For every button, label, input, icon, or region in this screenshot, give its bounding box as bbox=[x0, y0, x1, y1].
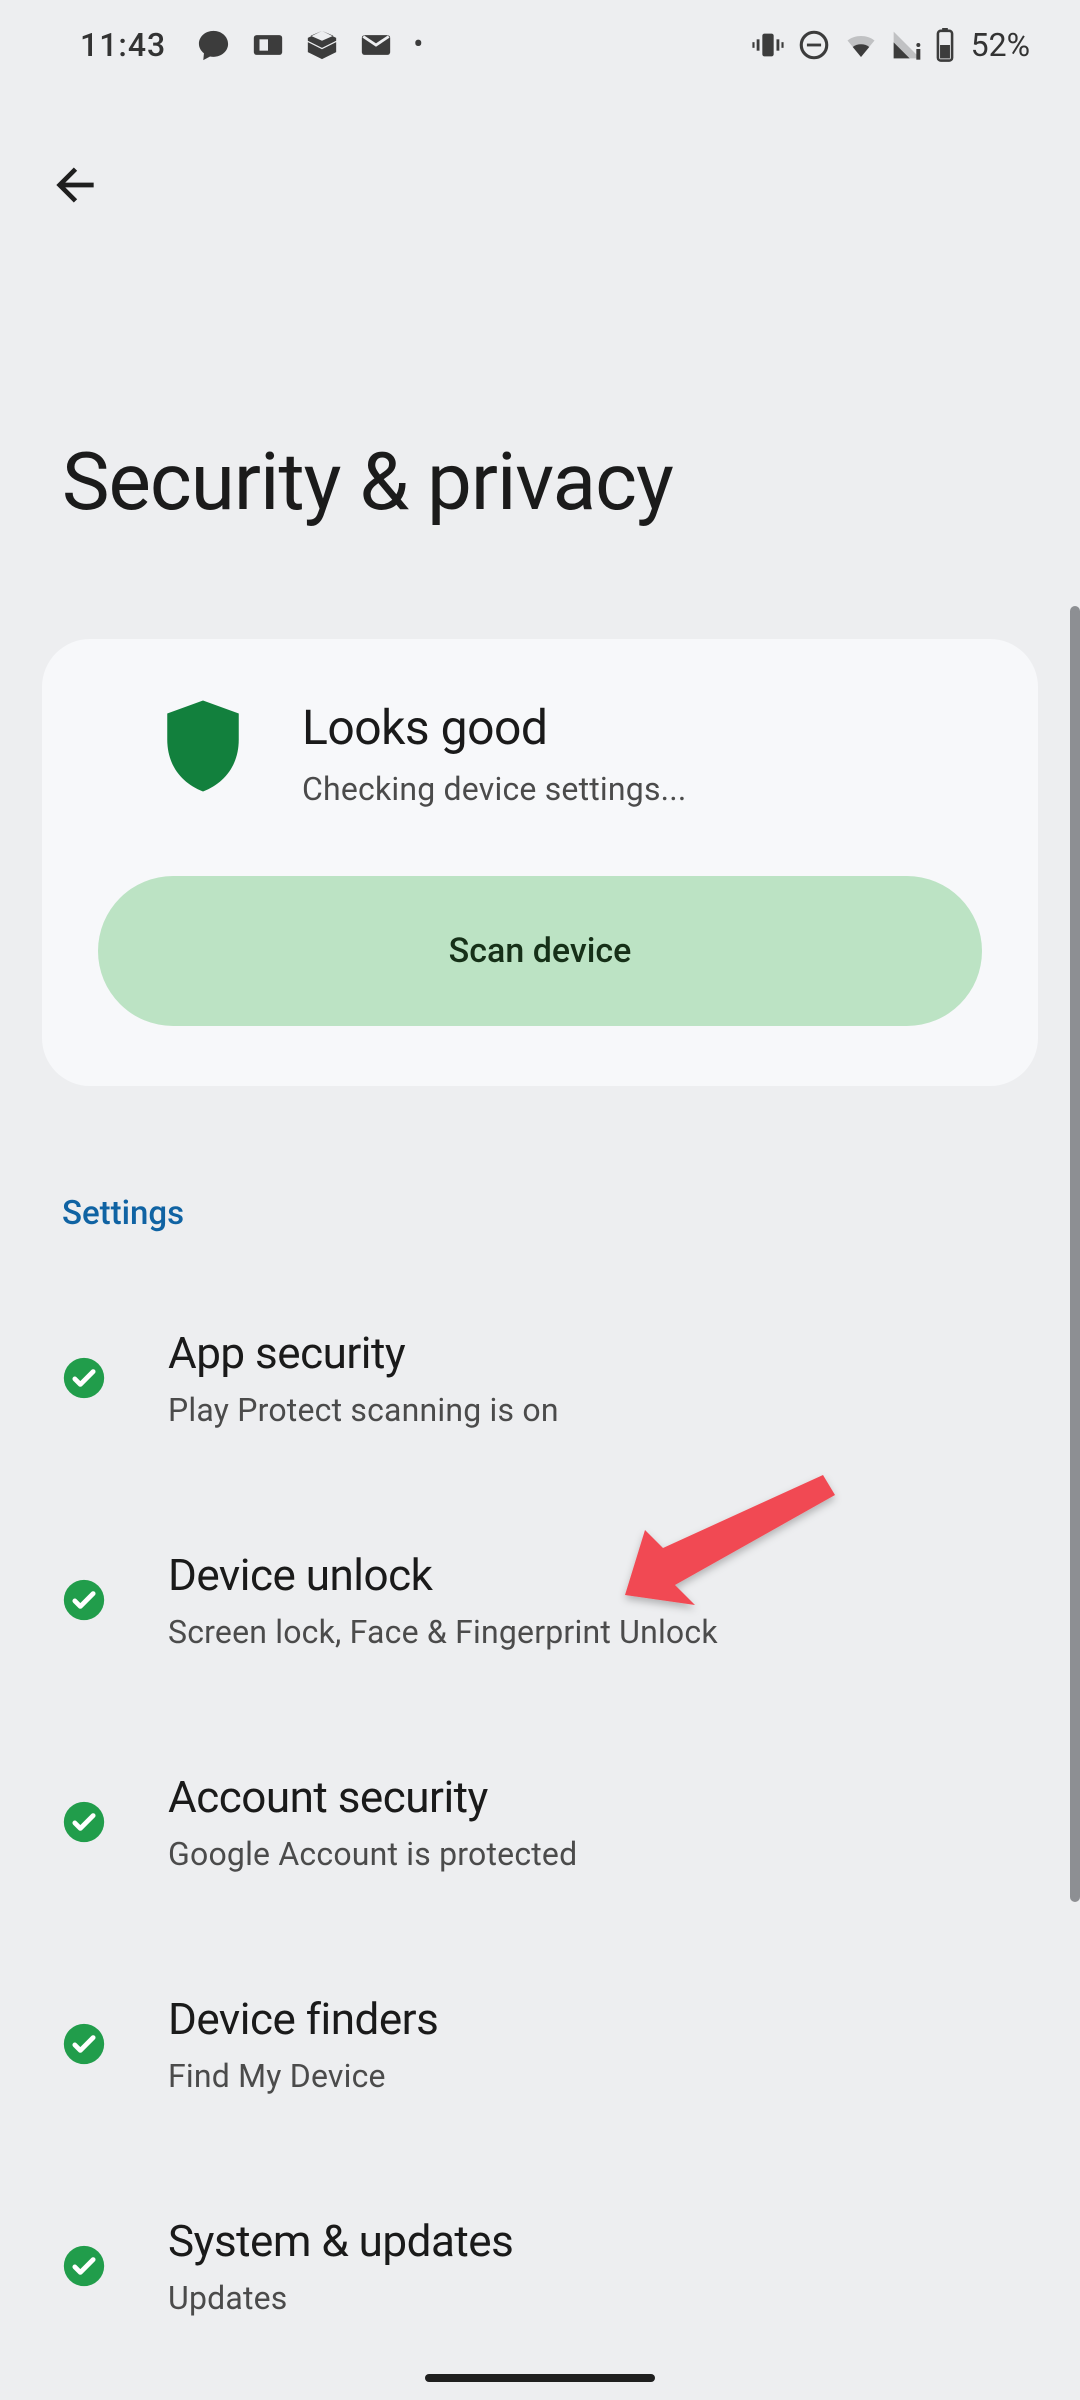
check-circle-icon bbox=[62, 1800, 106, 1844]
settings-item-app-security[interactable]: App security Play Protect scanning is on bbox=[0, 1265, 1080, 1491]
status-left: 11:43 • bbox=[80, 26, 423, 64]
shield-icon bbox=[164, 699, 242, 793]
battery-percentage: 52% bbox=[971, 26, 1030, 64]
item-title: Device finders bbox=[168, 1993, 438, 2045]
status-subtitle: Checking device settings... bbox=[302, 770, 687, 808]
check-circle-icon bbox=[62, 2022, 106, 2066]
settings-list: App security Play Protect scanning is on… bbox=[0, 1233, 1080, 2379]
status-time: 11:43 bbox=[80, 26, 166, 64]
item-subtitle: Updates bbox=[168, 2279, 513, 2317]
page-title: Security & privacy bbox=[0, 225, 1080, 529]
vibrate-icon bbox=[751, 28, 785, 62]
status-bar: 11:43 • 52% bbox=[0, 0, 1080, 90]
arrow-back-icon bbox=[47, 157, 103, 213]
signal-icon bbox=[891, 29, 923, 61]
navigation-handle[interactable] bbox=[425, 2374, 655, 2382]
do-not-disturb-icon bbox=[797, 28, 831, 62]
back-button[interactable] bbox=[35, 145, 115, 225]
battery-icon bbox=[935, 28, 955, 62]
item-subtitle: Play Protect scanning is on bbox=[168, 1391, 559, 1429]
item-subtitle: Screen lock, Face & Fingerprint Unlock bbox=[168, 1613, 718, 1651]
status-title: Looks good bbox=[302, 699, 687, 756]
box-icon bbox=[305, 28, 339, 62]
settings-item-device-finders[interactable]: Device finders Find My Device bbox=[0, 1935, 1080, 2157]
settings-item-account-security[interactable]: Account security Google Account is prote… bbox=[0, 1713, 1080, 1935]
scan-device-button[interactable]: Scan device bbox=[98, 876, 982, 1026]
item-title: App security bbox=[168, 1327, 559, 1379]
item-title: Account security bbox=[168, 1771, 577, 1823]
chat-bubble-icon bbox=[196, 28, 231, 63]
scroll-indicator bbox=[1070, 606, 1080, 1902]
status-right: 52% bbox=[751, 26, 1030, 64]
more-notifications-dot-icon: • bbox=[413, 30, 423, 60]
check-circle-icon bbox=[62, 1356, 106, 1400]
check-circle-icon bbox=[62, 2244, 106, 2288]
outlook-icon bbox=[251, 28, 285, 62]
security-status-card: Looks good Checking device settings... S… bbox=[42, 639, 1038, 1086]
section-header-settings: Settings bbox=[0, 1086, 1080, 1233]
mail-icon bbox=[359, 28, 393, 62]
settings-item-device-unlock[interactable]: Device unlock Screen lock, Face & Finger… bbox=[0, 1491, 1080, 1713]
item-title: Device unlock bbox=[168, 1549, 718, 1601]
check-circle-icon bbox=[62, 1578, 106, 1622]
settings-item-system-updates[interactable]: System & updates Updates bbox=[0, 2157, 1080, 2379]
scan-device-label: Scan device bbox=[449, 931, 632, 971]
wifi-icon bbox=[843, 27, 879, 63]
item-subtitle: Find My Device bbox=[168, 2057, 438, 2095]
item-subtitle: Google Account is protected bbox=[168, 1835, 577, 1873]
item-title: System & updates bbox=[168, 2215, 513, 2267]
